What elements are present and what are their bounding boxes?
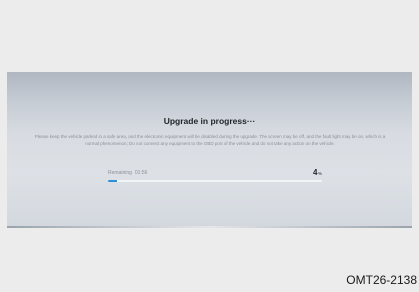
figure-code-label: OMT26-2138 (346, 273, 417, 287)
screen-bottom-edge (7, 226, 412, 228)
progress-bar (108, 180, 322, 182)
upgrade-title: Upgrade in progress··· (163, 116, 256, 126)
remaining-time-value: 01:56 (134, 170, 148, 176)
remaining-time-label: Remaining 01:56 (108, 170, 147, 176)
remaining-label-text: Remaining (108, 170, 132, 176)
upgrade-message: Please keep the vehicle parked in a safe… (34, 134, 386, 147)
progress-percent-value: 4 (313, 168, 318, 177)
progress-percent: 4% (313, 168, 322, 177)
progress-fill (108, 180, 117, 182)
upgrade-screen: Upgrade in progress··· Please keep the v… (7, 72, 412, 228)
progress-percent-unit: % (317, 171, 322, 176)
page-frame: Upgrade in progress··· Please keep the v… (0, 0, 419, 292)
